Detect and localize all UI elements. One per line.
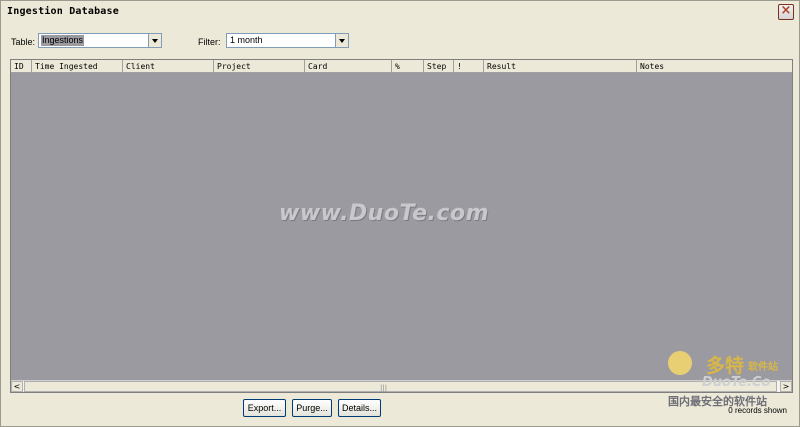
chevron-down-icon[interactable]	[148, 34, 161, 47]
logo-text-sub: 软件站	[748, 362, 778, 373]
column-header-flag[interactable]: !	[454, 60, 484, 73]
scrollbar-thumb[interactable]: |||	[24, 381, 777, 392]
table-header: ID Time Ingested Client Project Card % S…	[11, 60, 792, 73]
scroll-left-icon[interactable]: <	[11, 381, 23, 392]
column-header-step[interactable]: Step	[424, 60, 454, 73]
column-header-card[interactable]: Card	[305, 60, 392, 73]
filter-select[interactable]: 1 month	[226, 33, 349, 48]
logo-text-domain: DuoTe.Co	[702, 375, 771, 390]
filter-label: Filter:	[198, 37, 221, 47]
records-count: 0 records shown	[728, 406, 787, 415]
column-header-result[interactable]: Result	[484, 60, 637, 73]
column-header-client[interactable]: Client	[123, 60, 214, 73]
filter-select-value: 1 month	[230, 35, 263, 45]
table-select[interactable]: Ingestions	[38, 33, 162, 48]
logo-text-main: 多特	[706, 355, 745, 377]
grip-icon: |||	[380, 384, 388, 392]
export-button[interactable]: Export...	[243, 399, 286, 417]
mascot-icon	[668, 351, 692, 375]
site-logo: 多特 软件站 DuoTe.Co 国内最安全的软件站	[666, 351, 796, 411]
column-header-percent[interactable]: %	[392, 60, 424, 73]
details-button[interactable]: Details...	[338, 399, 381, 417]
table-select-value: Ingestions	[41, 35, 85, 46]
window-title: Ingestion Database	[7, 6, 119, 17]
purge-button[interactable]: Purge...	[292, 399, 332, 417]
table-label: Table:	[11, 37, 36, 47]
close-button[interactable]: ×	[778, 3, 794, 20]
ingestion-database-window: Ingestion Database × Table: Ingestions F…	[0, 0, 800, 427]
column-header-project[interactable]: Project	[214, 60, 305, 73]
column-header-id[interactable]: ID	[11, 60, 32, 73]
chevron-down-icon[interactable]	[335, 34, 348, 47]
ingestion-table[interactable]: ID Time Ingested Client Project Card % S…	[10, 59, 793, 393]
column-header-notes[interactable]: Notes	[637, 60, 792, 73]
title-bar: Ingestion Database ×	[1, 1, 799, 23]
column-header-time-ingested[interactable]: Time Ingested	[32, 60, 123, 73]
close-icon: ×	[780, 3, 792, 18]
watermark: www.DuoTe.com	[279, 201, 489, 226]
